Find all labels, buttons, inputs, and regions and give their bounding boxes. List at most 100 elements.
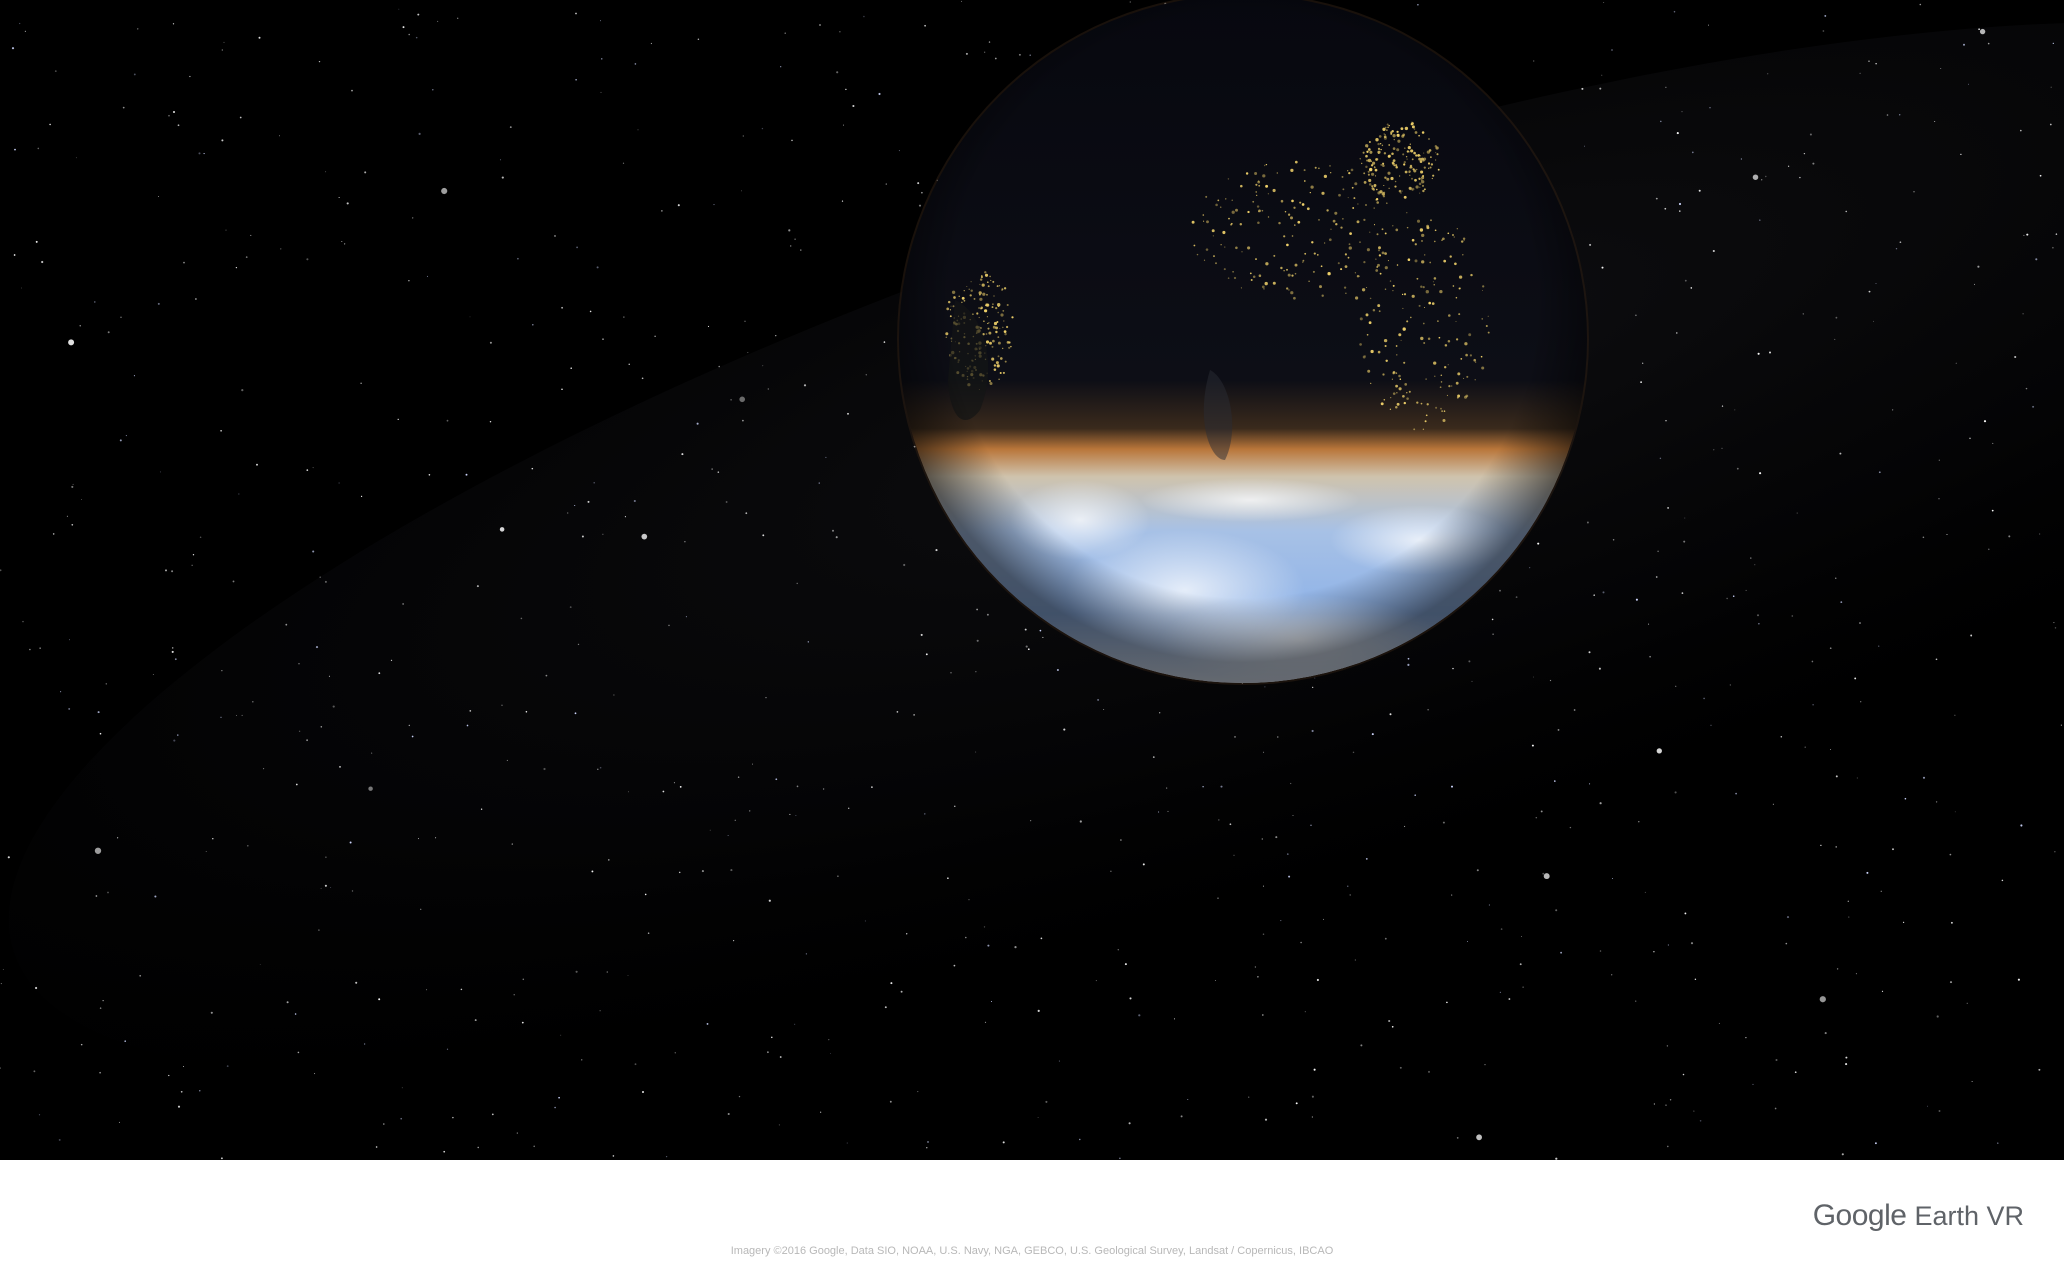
star bbox=[1768, 351, 1772, 354]
star bbox=[226, 1065, 229, 1067]
star bbox=[805, 953, 808, 955]
star bbox=[665, 1155, 668, 1158]
star bbox=[1736, 467, 1739, 470]
star bbox=[499, 159, 502, 161]
star bbox=[1180, 1115, 1183, 1118]
star bbox=[2054, 851, 2056, 853]
star bbox=[1158, 811, 1160, 813]
star bbox=[75, 157, 77, 159]
star bbox=[133, 73, 136, 76]
earth-globe-icon[interactable] bbox=[897, 0, 1589, 685]
star bbox=[848, 807, 850, 809]
star bbox=[644, 893, 647, 896]
star bbox=[790, 245, 792, 247]
star bbox=[575, 78, 577, 81]
star bbox=[890, 982, 893, 985]
star bbox=[97, 711, 100, 714]
star bbox=[1674, 791, 1677, 794]
star bbox=[1027, 648, 1030, 651]
star bbox=[994, 57, 997, 60]
star bbox=[1699, 1120, 1702, 1122]
star bbox=[1673, 10, 1676, 13]
star bbox=[1841, 1153, 1844, 1156]
star bbox=[1690, 942, 1694, 945]
star bbox=[1759, 219, 1761, 221]
star bbox=[415, 36, 418, 39]
star bbox=[927, 1141, 929, 1143]
star bbox=[1388, 1019, 1391, 1023]
star bbox=[1257, 975, 1259, 978]
star bbox=[647, 932, 650, 934]
star bbox=[1264, 1118, 1268, 1121]
star bbox=[800, 249, 802, 251]
star bbox=[1812, 162, 1815, 165]
star bbox=[925, 653, 928, 656]
star bbox=[634, 1063, 637, 1066]
star bbox=[1025, 645, 1028, 648]
star bbox=[418, 132, 421, 135]
star bbox=[68, 339, 75, 346]
star bbox=[1124, 963, 1127, 966]
star bbox=[624, 516, 626, 518]
star bbox=[80, 1043, 83, 1046]
star bbox=[1819, 996, 1826, 1003]
star bbox=[1709, 107, 1711, 109]
star bbox=[1292, 815, 1294, 816]
star bbox=[60, 691, 62, 693]
star bbox=[1667, 506, 1670, 509]
star bbox=[105, 683, 108, 685]
star bbox=[1665, 1104, 1667, 1106]
star bbox=[205, 851, 207, 853]
star bbox=[807, 641, 809, 643]
star bbox=[1836, 968, 1839, 970]
star bbox=[1466, 941, 1468, 943]
star bbox=[1676, 332, 1678, 334]
star bbox=[599, 1010, 601, 1012]
star bbox=[235, 714, 237, 716]
star bbox=[975, 751, 977, 753]
star bbox=[513, 994, 515, 996]
star bbox=[1886, 114, 1889, 116]
star bbox=[1352, 751, 1355, 754]
star bbox=[662, 790, 665, 793]
star bbox=[1786, 916, 1790, 919]
star bbox=[241, 389, 244, 392]
star bbox=[177, 734, 179, 736]
star bbox=[417, 13, 420, 16]
star bbox=[320, 887, 322, 889]
star bbox=[990, 1000, 993, 1003]
space-viewport[interactable] bbox=[0, 0, 2064, 1160]
star bbox=[95, 895, 98, 897]
star bbox=[1310, 824, 1312, 827]
star bbox=[775, 335, 777, 337]
star bbox=[378, 672, 381, 675]
star bbox=[884, 1006, 887, 1009]
star bbox=[1442, 821, 1445, 824]
star bbox=[120, 316, 122, 318]
star bbox=[520, 617, 523, 620]
star bbox=[599, 766, 602, 769]
star bbox=[965, 936, 967, 939]
star bbox=[2017, 978, 2020, 981]
star bbox=[1314, 677, 1316, 679]
star bbox=[1752, 1083, 1754, 1085]
star bbox=[1740, 158, 1743, 160]
star bbox=[747, 351, 749, 354]
star bbox=[1881, 990, 1884, 993]
star bbox=[865, 374, 867, 376]
star bbox=[561, 306, 564, 309]
star bbox=[1899, 241, 1902, 244]
star bbox=[709, 829, 711, 831]
star bbox=[737, 776, 740, 778]
star bbox=[745, 512, 748, 515]
star bbox=[168, 1074, 170, 1077]
star bbox=[1659, 457, 1662, 460]
star bbox=[1037, 1009, 1040, 1013]
star bbox=[1095, 980, 1097, 982]
star bbox=[924, 24, 926, 27]
star bbox=[847, 412, 849, 415]
star bbox=[154, 895, 157, 898]
star bbox=[768, 899, 771, 902]
star bbox=[984, 1021, 987, 1024]
star bbox=[1710, 724, 1712, 726]
